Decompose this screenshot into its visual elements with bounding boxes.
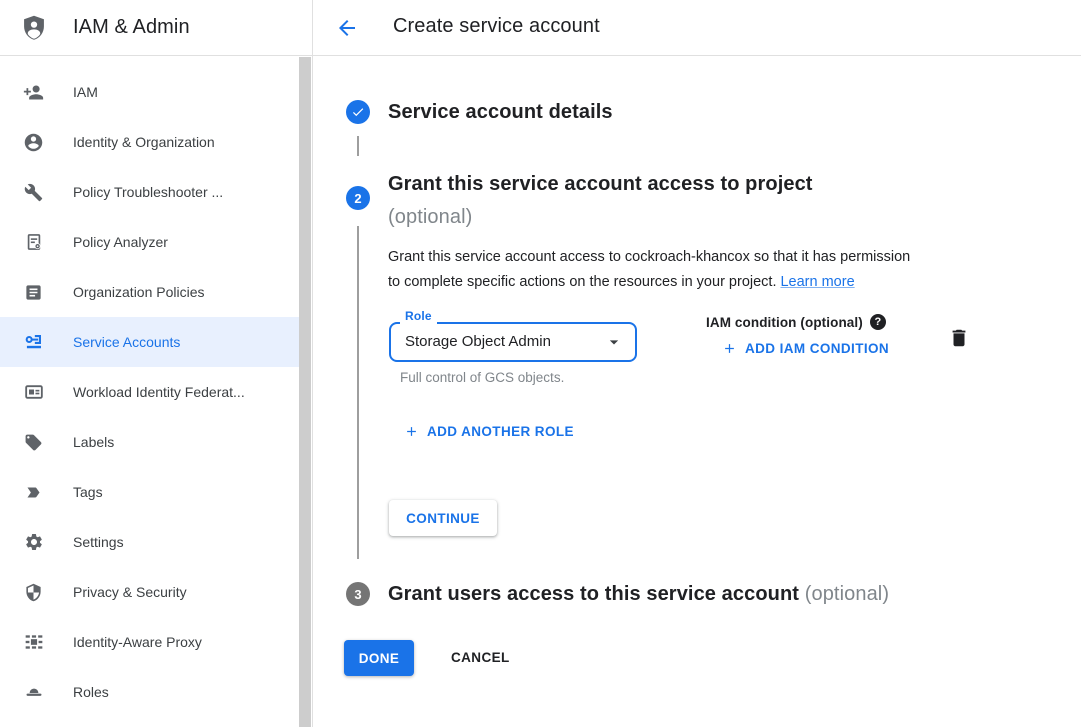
help-icon[interactable]: ? bbox=[870, 314, 886, 330]
account-circle-icon bbox=[23, 132, 44, 153]
sidebar-item-label: Identity-Aware Proxy bbox=[73, 634, 202, 650]
sidebar-item-tags[interactable]: Tags bbox=[0, 467, 299, 517]
sidebar-item-label: Service Accounts bbox=[73, 334, 180, 350]
sidebar-item-identity-aware-proxy[interactable]: Identity-Aware Proxy bbox=[0, 617, 299, 667]
sidebar-item-settings[interactable]: Settings bbox=[0, 517, 299, 567]
sidebar-item-policy-analyzer[interactable]: Policy Analyzer bbox=[0, 217, 299, 267]
sidebar-item-label: Policy Analyzer bbox=[73, 234, 168, 250]
step2-number: 2 bbox=[354, 191, 361, 206]
role-select[interactable]: Role Storage Object Admin bbox=[389, 322, 637, 362]
proxy-gateway-icon bbox=[23, 632, 44, 653]
sidebar-item-label: Tags bbox=[73, 484, 103, 500]
sidebar-item-roles[interactable]: Roles bbox=[0, 667, 299, 717]
step2-optional-label: (optional) bbox=[388, 201, 908, 234]
dropdown-arrow-icon bbox=[604, 332, 624, 352]
sidebar-item-label: Workload Identity Federat... bbox=[73, 384, 245, 400]
add-another-role-label: ADD ANOTHER ROLE bbox=[427, 424, 574, 439]
done-button[interactable]: DONE bbox=[344, 640, 414, 676]
sidebar-item-label: Roles bbox=[73, 684, 109, 700]
cancel-button[interactable]: CANCEL bbox=[443, 640, 518, 676]
sidebar-item-iam[interactable]: IAM bbox=[0, 67, 299, 117]
wrench-icon bbox=[23, 182, 44, 203]
person-add-icon bbox=[23, 82, 44, 103]
add-iam-condition-label: ADD IAM CONDITION bbox=[745, 341, 889, 356]
step3-optional-label: (optional) bbox=[805, 583, 889, 605]
service-account-key-icon bbox=[23, 332, 44, 353]
sidebar-item-policy-troubleshooter[interactable]: Policy Troubleshooter ... bbox=[0, 167, 299, 217]
add-iam-condition-button[interactable]: ADD IAM CONDITION bbox=[722, 341, 889, 356]
iam-shield-logo-icon bbox=[20, 12, 48, 44]
tag-arrow-icon bbox=[23, 482, 44, 503]
sidebar-item-label: Settings bbox=[73, 534, 124, 550]
sidebar-item-label: Labels bbox=[73, 434, 114, 450]
half-shield-icon bbox=[23, 582, 44, 603]
brand-header: IAM & Admin bbox=[0, 0, 312, 56]
back-arrow-icon[interactable] bbox=[335, 16, 359, 40]
step2-heading: Grant this service account access to pro… bbox=[388, 168, 908, 234]
learn-more-link[interactable]: Learn more bbox=[780, 274, 854, 290]
delete-role-trash-icon[interactable] bbox=[948, 327, 970, 349]
iam-condition-label: IAM condition (optional) bbox=[706, 315, 863, 330]
sidebar: IAM & Admin IAM Identity & Organization bbox=[0, 0, 313, 727]
step3-title: Grant users access to this service accou… bbox=[388, 583, 805, 605]
iam-admin-app: IAM & Admin IAM Identity & Organization bbox=[0, 0, 1081, 727]
role-selected-value: Storage Object Admin bbox=[405, 324, 551, 360]
step2-number-badge: 2 bbox=[346, 186, 370, 210]
description-line1: Grant this service account access to coc… bbox=[388, 249, 910, 265]
sidebar-item-service-accounts[interactable]: Service Accounts bbox=[0, 317, 299, 367]
create-service-account-form: Service account details 2 Grant this ser… bbox=[313, 56, 1081, 727]
step3-number-badge: 3 bbox=[346, 582, 370, 606]
sidebar-item-label: Policy Troubleshooter ... bbox=[73, 184, 223, 200]
step1-title: Service account details bbox=[388, 100, 613, 124]
label-tag-icon bbox=[23, 432, 44, 453]
sidebar-item-label: Privacy & Security bbox=[73, 584, 187, 600]
sidebar-item-labels[interactable]: Labels bbox=[0, 417, 299, 467]
iam-condition-row: IAM condition (optional) ? bbox=[706, 314, 886, 330]
sidebar-item-label: Identity & Organization bbox=[73, 134, 215, 150]
plus-icon bbox=[722, 341, 737, 356]
role-helper-text: Full control of GCS objects. bbox=[400, 370, 564, 385]
sidebar-item-identity-organization[interactable]: Identity & Organization bbox=[0, 117, 299, 167]
add-another-role-button[interactable]: ADD ANOTHER ROLE bbox=[404, 424, 574, 439]
topbar: Create service account bbox=[313, 0, 1081, 56]
gear-icon bbox=[23, 532, 44, 553]
sidebar-item-privacy-security[interactable]: Privacy & Security bbox=[0, 567, 299, 617]
sidebar-scrollbar-thumb[interactable] bbox=[299, 57, 311, 727]
stepper-connector bbox=[357, 136, 359, 156]
sidebar-nav: IAM Identity & Organization Policy Troub… bbox=[0, 56, 312, 717]
sidebar-scrollbar[interactable] bbox=[299, 57, 311, 727]
step3-number: 3 bbox=[354, 587, 361, 602]
hat-icon bbox=[23, 682, 44, 703]
step2-description: Grant this service account access to coc… bbox=[388, 245, 998, 295]
continue-button[interactable]: CONTINUE bbox=[389, 500, 497, 536]
step3-heading: Grant users access to this service accou… bbox=[388, 580, 889, 608]
description-line2: to complete specific actions on the reso… bbox=[388, 274, 776, 290]
product-title: IAM & Admin bbox=[73, 16, 190, 39]
step2-title: Grant this service account access to pro… bbox=[388, 168, 908, 201]
stepper-connector bbox=[357, 226, 359, 559]
sidebar-item-label: Organization Policies bbox=[73, 284, 205, 300]
article-icon bbox=[23, 282, 44, 303]
policy-analyzer-icon bbox=[23, 232, 44, 253]
sidebar-item-workload-identity-federation[interactable]: Workload Identity Federat... bbox=[0, 367, 299, 417]
sidebar-item-label: IAM bbox=[73, 84, 98, 100]
plus-icon bbox=[404, 424, 419, 439]
step1-completed-check-icon bbox=[346, 100, 370, 124]
page-title: Create service account bbox=[393, 15, 600, 38]
sidebar-item-organization-policies[interactable]: Organization Policies bbox=[0, 267, 299, 317]
id-card-icon bbox=[23, 382, 44, 403]
